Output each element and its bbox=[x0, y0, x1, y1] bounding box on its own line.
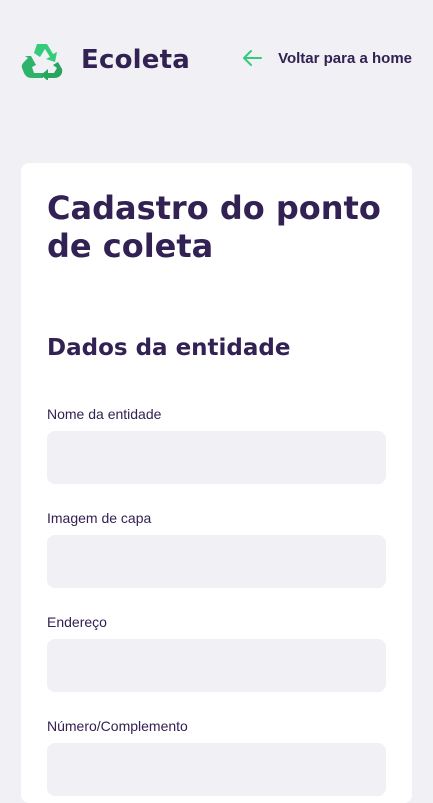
arrow-left-icon bbox=[242, 49, 278, 67]
section-title: Dados da entidade bbox=[47, 335, 291, 361]
page-title: Cadastro do ponto de coleta bbox=[47, 189, 381, 265]
field-label-numero-complemento: Número/Complemento bbox=[47, 718, 188, 734]
field-label-endereco: Endereço bbox=[47, 614, 107, 630]
imagem-capa-input[interactable] bbox=[47, 535, 386, 588]
logo: Ecoleta bbox=[21, 40, 190, 80]
app-name: Ecoleta bbox=[81, 45, 190, 75]
endereco-input[interactable] bbox=[47, 639, 386, 692]
recycle-icon bbox=[21, 40, 63, 80]
page-header: Ecoleta Voltar para a home bbox=[0, 0, 433, 120]
nome-entidade-input[interactable] bbox=[47, 431, 386, 484]
field-label-nome-entidade: Nome da entidade bbox=[47, 406, 162, 422]
numero-complemento-input[interactable] bbox=[47, 743, 386, 796]
form-card: Cadastro do ponto de coleta Dados da ent… bbox=[21, 163, 412, 803]
field-label-imagem-capa: Imagem de capa bbox=[47, 510, 152, 526]
back-link-label: Voltar para a home bbox=[278, 49, 412, 67]
back-to-home-link[interactable]: Voltar para a home bbox=[242, 49, 412, 67]
